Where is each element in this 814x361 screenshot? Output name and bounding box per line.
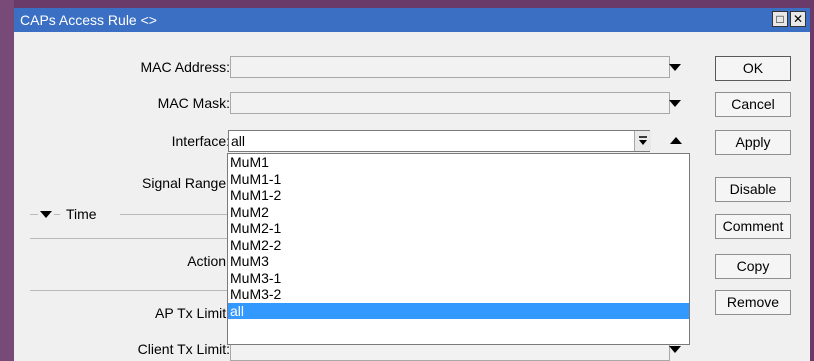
time-divider <box>30 238 230 239</box>
interface-option[interactable]: MuM1-2 <box>228 187 689 204</box>
mac-address-label: MAC Address: <box>140 59 230 75</box>
title-bar[interactable]: CAPs Access Rule <> □ ✕ <box>14 8 810 32</box>
mac-address-input[interactable] <box>230 56 670 78</box>
interface-option[interactable]: MuM3-2 <box>228 286 689 303</box>
close-icon[interactable]: ✕ <box>790 11 806 27</box>
collapse-triangle-icon <box>40 211 52 218</box>
restore-icon[interactable]: □ <box>772 11 788 27</box>
disable-button[interactable]: Disable <box>715 177 791 202</box>
time-section-label: Time <box>66 206 97 222</box>
apply-button[interactable]: Apply <box>715 130 791 155</box>
cancel-button[interactable]: Cancel <box>715 92 791 117</box>
interface-option[interactable]: MuM1-1 <box>228 171 689 188</box>
window-title: CAPs Access Rule <> <box>20 12 157 28</box>
window-frame-left <box>0 0 14 361</box>
mac-address-dropdown-icon[interactable] <box>669 64 681 71</box>
interface-option[interactable]: MuM2-1 <box>228 220 689 237</box>
interface-collapse-icon[interactable] <box>670 137 682 144</box>
chevron-down-icon <box>639 136 647 145</box>
client-tx-limit-dropdown-icon[interactable] <box>669 346 681 353</box>
interface-option[interactable]: MuM3-1 <box>228 270 689 287</box>
interface-option[interactable]: MuM3 <box>228 253 689 270</box>
mac-mask-input[interactable] <box>230 92 670 114</box>
comment-button[interactable]: Comment <box>715 214 791 239</box>
action-label: Action: <box>187 253 230 269</box>
interface-option[interactable]: MuM2-2 <box>228 237 689 254</box>
interface-option-selected[interactable]: all <box>228 302 689 319</box>
time-separator-left <box>30 214 38 215</box>
interface-value: all <box>231 133 246 149</box>
caps-access-rule-window: CAPs Access Rule <> □ ✕ MAC Address: MAC… <box>0 0 814 361</box>
interface-expand-button[interactable] <box>634 131 651 151</box>
interface-dropdown-list[interactable]: MuM1 MuM1-1 MuM1-2 MuM2 MuM2-1 MuM2-2 Mu… <box>227 153 690 345</box>
interface-option[interactable]: MuM2 <box>228 204 689 221</box>
action-divider <box>30 290 230 291</box>
copy-button[interactable]: Copy <box>715 254 791 279</box>
window-frame-top <box>0 0 814 8</box>
remove-button[interactable]: Remove <box>715 290 791 315</box>
interface-option[interactable]: MuM1 <box>228 154 689 171</box>
mac-mask-label: MAC Mask: <box>157 95 230 111</box>
time-separator-mid <box>54 214 60 215</box>
form-area: MAC Address: MAC Mask: Interface: all Si… <box>14 32 810 361</box>
interface-label: Interface: <box>171 133 230 149</box>
ap-tx-limit-label: AP Tx Limit: <box>155 305 230 321</box>
mac-mask-dropdown-icon[interactable] <box>669 100 681 107</box>
time-separator-right <box>120 214 230 215</box>
client-tx-limit-label: Client Tx Limit: <box>137 341 230 357</box>
signal-range-label: Signal Range: <box>142 175 230 191</box>
ok-button[interactable]: OK <box>715 56 791 81</box>
interface-combo[interactable]: all <box>228 130 650 152</box>
